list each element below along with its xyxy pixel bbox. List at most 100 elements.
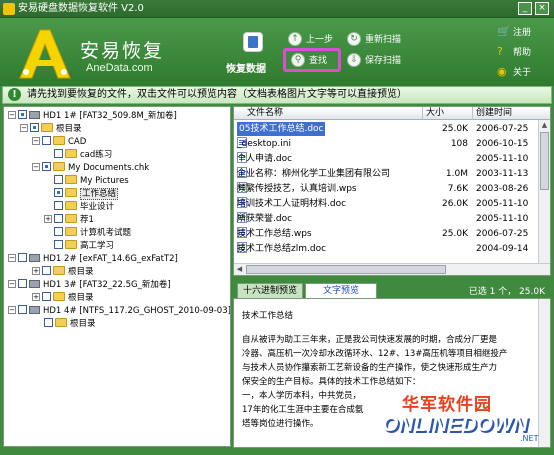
help-icon: ?: [497, 45, 503, 58]
watermark-en: ONLINEDOWN: [382, 413, 528, 436]
folder-icon: [65, 149, 77, 158]
file-list-header: 文件名称 大小 创建时间: [234, 107, 550, 120]
file-date: 2006-07-25: [476, 124, 529, 134]
file-row[interactable]: 企业名称：柳州化学工业集团有限公司 1.0M 2003-11-13: [234, 167, 550, 181]
folder-icon: [41, 123, 53, 132]
floppy-save-icon[interactable]: [243, 32, 263, 52]
close-button[interactable]: ×: [535, 2, 549, 15]
harddisk-icon: [29, 279, 40, 288]
file-row[interactable]: _desktop.ini 108 2006-10-15: [234, 137, 550, 151]
column-header-name[interactable]: 文件名称: [244, 107, 414, 120]
file-size: 108: [450, 139, 468, 149]
tree-node-root-3[interactable]: + 根目录: [32, 292, 94, 305]
scroll-left-icon[interactable]: ◀: [234, 264, 245, 275]
folder-icon: [65, 240, 77, 249]
file-list-vscrollbar[interactable]: ▲: [538, 120, 550, 263]
cart-icon: 🛒: [497, 25, 511, 38]
tree-node-hd1-1[interactable]: − HD1 1# [FAT32_509.8M_新加卷]: [8, 110, 177, 123]
title-bar: 安易硬盘数据恢复软件 V2.0 _ ×: [0, 0, 554, 18]
tree-node-root-4[interactable]: 根目录: [44, 318, 96, 331]
minimize-button[interactable]: _: [518, 2, 532, 15]
tree-node-exam[interactable]: 计算机考试题: [54, 227, 131, 240]
selection-status: 已选 1 个， 25.0K: [468, 287, 545, 297]
tree-node-root-2[interactable]: + 根目录: [32, 266, 94, 279]
scroll-up-icon[interactable]: ▲: [539, 120, 550, 131]
search-button[interactable]: ⚲ 查找: [291, 52, 327, 70]
file-name: 05技术工作总结.doc: [237, 122, 326, 136]
save-scan-icon: ⇩: [347, 52, 361, 67]
column-header-date[interactable]: 创建时间: [472, 107, 538, 120]
recover-data-button[interactable]: 恢复数据: [226, 60, 266, 75]
preview-line: 自从被评为助工三年来，正是我公司快速发展的时期，合成分厂更是: [242, 335, 498, 345]
file-row[interactable]: 频繁传授技艺，认真培训.wps 7.6K 2003-08-26: [234, 182, 550, 196]
file-row[interactable]: 所获荣誉.doc 2005-11-10: [234, 212, 550, 226]
tab-text-preview[interactable]: 文字预览: [305, 283, 377, 298]
tree-node-cad[interactable]: − CAD: [32, 136, 86, 149]
watermark-suffix: .NET: [520, 434, 539, 443]
file-date: 2006-07-25: [476, 229, 529, 239]
help-link[interactable]: ? 帮助: [497, 45, 531, 58]
file-name: 个人申请.doc: [237, 154, 293, 164]
file-row[interactable]: 05技术工作总结.doc 25.0K 2006-07-25: [234, 121, 550, 136]
file-row[interactable]: 个人申请.doc 2005-11-10: [234, 152, 550, 166]
file-name: 培训技术工人证明材料.doc: [237, 199, 347, 209]
tab-hex-preview[interactable]: 十六进制预览: [237, 283, 303, 298]
file-size: 26.0K: [442, 199, 468, 209]
scroll-thumb[interactable]: [246, 265, 446, 274]
tree-node-work-summary[interactable]: 工作总结: [54, 188, 119, 201]
tree-node-root[interactable]: − 根目录: [20, 123, 82, 136]
file-date: 2004-09-14: [476, 244, 529, 254]
harddisk-icon: [29, 110, 40, 119]
preview-line: 与技术人员协作攥索新工艺新设备的生产操作，使之快速形成生产力: [242, 363, 498, 373]
file-date: 2005-11-10: [476, 154, 529, 164]
info-icon: !: [8, 88, 21, 101]
file-name: 技术工作总结zlm.doc: [237, 244, 327, 254]
register-link[interactable]: 🛒 注册: [497, 25, 531, 38]
tree-node-hd1-3[interactable]: − HD1 3# [FAT32_22.5G_新加卷]: [8, 279, 171, 292]
watermark-cn: 华军软件园: [402, 395, 492, 415]
folder-icon: [53, 162, 65, 171]
drive-tree[interactable]: − HD1 1# [FAT32_509.8M_新加卷] − 根目录 − CAD cad…: [3, 106, 231, 447]
file-date: 2003-08-26: [476, 184, 529, 194]
file-row[interactable]: 技术工作总结zlm.doc 2004-09-14: [234, 242, 550, 256]
brand-name: 安易恢复: [80, 40, 165, 62]
column-header-size[interactable]: 大小: [422, 107, 470, 120]
file-size: 25.0K: [442, 229, 468, 239]
file-date: 2003-11-13: [476, 169, 529, 179]
file-row[interactable]: 技术工作总结.wps 25.0K 2006-07-25: [234, 227, 550, 241]
notice-text: 请先找到要恢复的文件，双击文件可以预览内容（文档表格图片文字等可以直接预览）: [27, 89, 407, 100]
preview-tabs: 十六进制预览 文字预览 已选 1 个， 25.0K: [233, 280, 551, 298]
onlinedown-watermark: 华军软件园 ONLINEDOWN .NET: [372, 382, 552, 452]
scroll-thumb[interactable]: [540, 132, 549, 190]
tree-node-hd1-4[interactable]: − HD1 4# [NTFS_117.2G_GHOST_2010-09-03]: [8, 305, 230, 318]
file-date: 2006-10-15: [476, 139, 529, 149]
save-scan-button[interactable]: ⇩ 保存扫描: [347, 52, 401, 70]
file-name: 所获荣誉.doc: [237, 214, 293, 224]
preview-line: 冷器、高压机一次冷却水改循环水、12#、13#高压机等项目相继投产: [242, 349, 508, 359]
file-row[interactable]: 培训技术工人证明材料.doc 26.0K 2005-11-10: [234, 197, 550, 211]
prev-step-button[interactable]: ↑ 上一步: [288, 31, 333, 49]
rescan-button[interactable]: ↻ 重新扫描: [347, 31, 401, 49]
folder-icon: [65, 188, 77, 197]
file-name: 企业名称：柳州化学工业集团有限公司: [237, 169, 391, 179]
tree-node-study[interactable]: 高工学习: [54, 240, 114, 253]
about-link[interactable]: ◉ 关于: [497, 65, 531, 78]
harddisk-icon: [29, 253, 40, 262]
refresh-icon: ↻: [347, 31, 361, 46]
file-date: 2005-11-10: [476, 214, 529, 224]
tree-node-hd1-2[interactable]: − HD1 2# [exFAT_14.6G_exFatT2]: [8, 253, 178, 266]
preview-title: 技术工作总结: [242, 311, 294, 321]
tree-node-graduation[interactable]: 毕业设计: [54, 201, 114, 214]
file-list-hscrollbar[interactable]: ◀: [234, 263, 550, 275]
folder-icon: [53, 136, 65, 145]
harddisk-icon: [29, 305, 40, 314]
folder-icon: [65, 227, 77, 236]
file-name: 频繁传授技艺，认真培训.wps: [237, 184, 357, 194]
folder-icon: [65, 175, 77, 184]
tree-node-mypictures[interactable]: My Pictures: [54, 175, 129, 188]
tree-node-mydocs[interactable]: − My Documents.chk: [32, 162, 149, 175]
file-size: 25.0K: [442, 124, 468, 134]
tree-node-jian1[interactable]: + 荐1: [44, 214, 94, 227]
file-name: 技术工作总结.wps: [237, 229, 312, 239]
tree-node-cad-practice[interactable]: cad练习: [54, 149, 112, 162]
